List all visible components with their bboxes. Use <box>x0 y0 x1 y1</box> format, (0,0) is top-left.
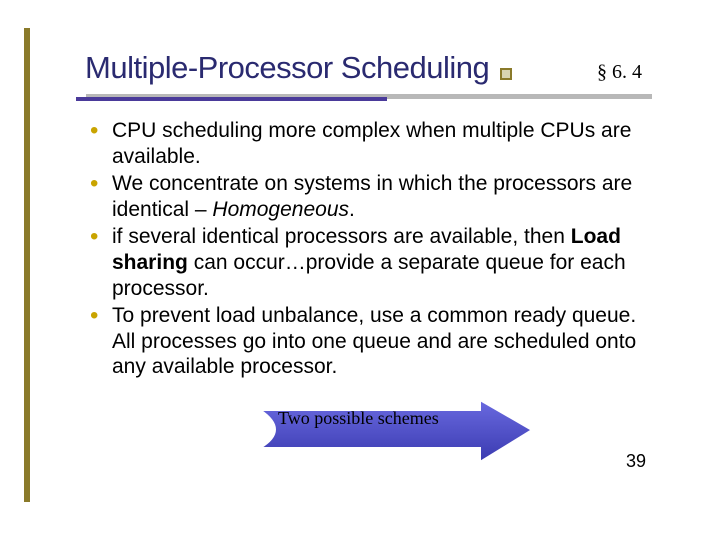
bullet-item: if several identical processors are avai… <box>90 224 642 301</box>
bullet-item: To prevent load unbalance, use a common … <box>90 303 642 380</box>
bullet-text: CPU scheduling more complex when multipl… <box>112 119 631 168</box>
slide: Multiple-Processor Scheduling § 6. 4 CPU… <box>30 20 690 520</box>
bullet-item: CPU scheduling more complex when multipl… <box>90 118 642 169</box>
underline-purple <box>76 97 387 101</box>
bullet-text: if several identical processors are avai… <box>112 225 571 248</box>
slide-title: Multiple-Processor Scheduling <box>85 50 489 85</box>
page-number: 39 <box>626 451 646 472</box>
placeholder-box-icon <box>500 68 512 80</box>
bullet-list: CPU scheduling more complex when multipl… <box>90 118 642 380</box>
bullet-italic: Homogeneous <box>212 198 349 221</box>
arrow-label: Two possible schemes <box>278 408 439 429</box>
title-underline <box>76 94 652 101</box>
bullet-item: We concentrate on systems in which the p… <box>90 171 642 222</box>
bullet-text: To prevent load unbalance, use a common … <box>112 304 636 378</box>
section-ref: § 6. 4 <box>597 61 642 84</box>
bullet-text: . <box>349 198 355 221</box>
slide-header: Multiple-Processor Scheduling § 6. 4 <box>85 50 650 86</box>
bullet-text: We concentrate on systems in which the p… <box>112 172 632 221</box>
callout-arrow: Two possible schemes <box>230 406 540 476</box>
bullet-text: can occur…provide a separate queue for e… <box>112 251 626 300</box>
slide-body: CPU scheduling more complex when multipl… <box>90 118 642 382</box>
title-wrap: Multiple-Processor Scheduling <box>85 50 512 86</box>
